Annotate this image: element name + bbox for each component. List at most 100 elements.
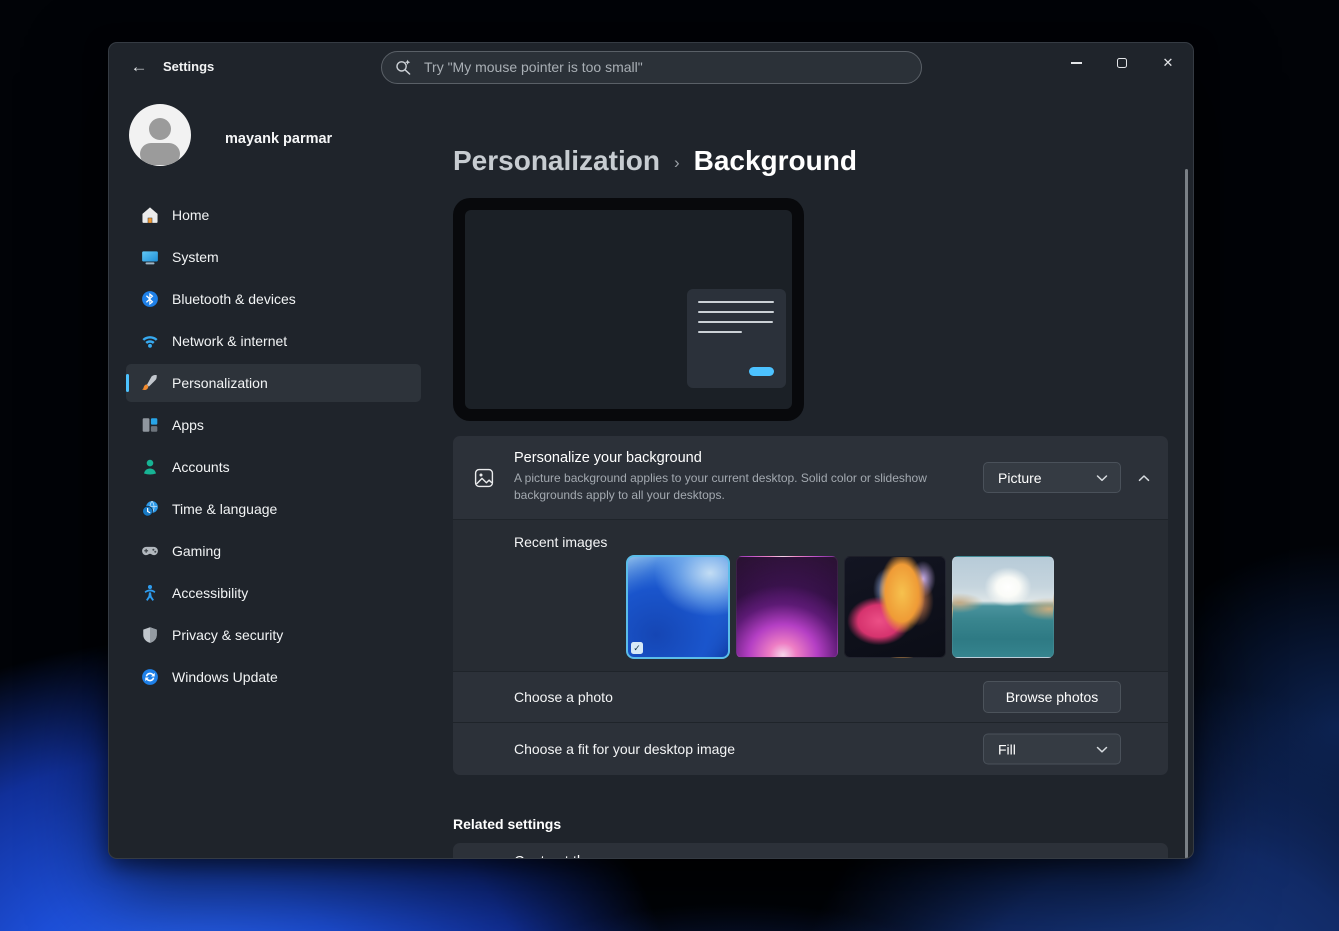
choose-fit-row: Choose a fit for your desktop image Fill xyxy=(453,722,1168,775)
vertical-scrollbar[interactable] xyxy=(1185,169,1188,859)
sidebar-item-label: System xyxy=(172,249,219,265)
sidebar-item-gaming[interactable]: Gaming xyxy=(126,532,421,570)
recent-image-thumbnail-glow[interactable] xyxy=(736,556,838,658)
chevron-up-icon xyxy=(1138,474,1150,482)
main-content: Personalization › Background xyxy=(453,91,1168,859)
sidebar-item-bluetooth-devices[interactable]: Bluetooth & devices xyxy=(126,280,421,318)
apps-icon xyxy=(140,415,160,435)
sidebar-item-time-language[interactable]: Time & language xyxy=(126,490,421,528)
bluetooth-icon xyxy=(140,289,160,309)
choose-photo-label: Choose a photo xyxy=(514,689,613,705)
setting-description: A picture background applies to your cur… xyxy=(514,470,974,503)
breadcrumb: Personalization › Background xyxy=(453,145,857,177)
preview-text-line xyxy=(698,311,774,313)
selected-indicator xyxy=(126,374,129,392)
sidebar-item-network-internet[interactable]: Network & internet xyxy=(126,322,421,360)
back-button[interactable]: ← xyxy=(123,53,155,81)
sidebar-item-accessibility[interactable]: Accessibility xyxy=(126,574,421,612)
sidebar-item-windows-update[interactable]: Windows Update xyxy=(126,658,421,696)
preview-text-line xyxy=(698,331,742,333)
sidebar-item-apps[interactable]: Apps xyxy=(126,406,421,444)
app-title: Settings xyxy=(163,59,214,74)
dropdown-value: Picture xyxy=(998,470,1096,486)
desktop-wallpaper: ← Settings ✕ xyxy=(0,0,1339,931)
sidebar-item-label: Time & language xyxy=(172,501,277,517)
recent-images-section: Recent images ✓ xyxy=(453,520,1168,672)
sidebar-item-home[interactable]: Home xyxy=(126,196,421,234)
gamepad-icon xyxy=(140,541,160,561)
home-icon xyxy=(140,205,160,225)
preview-text-line xyxy=(698,321,773,323)
window-controls: ✕ xyxy=(1053,45,1191,81)
breadcrumb-separator-icon: › xyxy=(674,153,680,173)
sidebar-item-label: Accounts xyxy=(172,459,230,475)
time-language-icon xyxy=(140,499,160,519)
sidebar-item-label: Personalization xyxy=(172,375,268,391)
recent-image-thumbnail-sunrise[interactable] xyxy=(952,556,1054,658)
fit-dropdown[interactable]: Fill xyxy=(983,734,1121,765)
titlebar: ← Settings ✕ xyxy=(109,43,1193,91)
sidebar-nav: Home System Bluetooth & devices xyxy=(126,196,421,700)
minimize-button[interactable] xyxy=(1053,45,1099,81)
user-name: mayank parmar xyxy=(225,131,332,147)
close-icon: ✕ xyxy=(1163,55,1174,71)
search-sparkle-icon xyxy=(394,58,413,77)
recent-images-list: ✓ xyxy=(626,556,1060,659)
choose-photo-row: Choose a photo Browse photos xyxy=(453,672,1168,722)
recent-images-label: Recent images xyxy=(514,534,607,550)
contrast-icon xyxy=(473,858,497,859)
contrast-themes-card[interactable]: Contrast themes Color themes for low vis… xyxy=(453,843,1168,859)
setting-title: Personalize your background xyxy=(514,450,974,466)
sidebar-item-label: Apps xyxy=(172,417,204,433)
background-settings-card: Personalize your background A picture ba… xyxy=(453,436,1168,775)
preview-text-line xyxy=(698,301,774,303)
background-preview-monitor xyxy=(453,198,804,421)
collapse-section-button[interactable] xyxy=(1130,464,1158,492)
dropdown-value: Fill xyxy=(998,741,1096,757)
accounts-icon xyxy=(140,457,160,477)
search-box xyxy=(381,51,922,84)
sidebar-item-label: Bluetooth & devices xyxy=(172,291,296,307)
sidebar-item-system[interactable]: System xyxy=(126,238,421,276)
sidebar-item-personalization[interactable]: Personalization xyxy=(126,364,421,402)
related-settings-heading: Related settings xyxy=(453,816,561,832)
maximize-button[interactable] xyxy=(1099,45,1145,81)
maximize-icon xyxy=(1117,58,1127,68)
sidebar-item-label: Home xyxy=(172,207,209,223)
wifi-icon xyxy=(140,331,160,351)
preview-dialog-card xyxy=(687,289,786,388)
sidebar-item-label: Windows Update xyxy=(172,669,278,685)
windows-update-icon xyxy=(140,667,160,687)
contrast-themes-title: Contrast themes xyxy=(514,854,742,859)
avatar xyxy=(129,104,191,166)
back-arrow-icon: ← xyxy=(131,57,148,77)
minimize-icon xyxy=(1071,62,1082,63)
sidebar-item-label: Gaming xyxy=(172,543,221,559)
preview-screen xyxy=(465,210,792,409)
shield-icon xyxy=(140,625,160,645)
sidebar-item-privacy-security[interactable]: Privacy & security xyxy=(126,616,421,654)
preview-accent-button xyxy=(749,367,774,376)
chevron-down-icon xyxy=(1096,474,1108,482)
picture-icon xyxy=(473,467,495,489)
browse-photos-button[interactable]: Browse photos xyxy=(983,681,1121,713)
settings-window: ← Settings ✕ xyxy=(108,42,1194,859)
breadcrumb-parent[interactable]: Personalization xyxy=(453,145,660,177)
sidebar-item-label: Network & internet xyxy=(172,333,287,349)
recent-image-thumbnail-bloom[interactable]: ✓ xyxy=(626,555,730,659)
personalize-background-row: Personalize your background A picture ba… xyxy=(453,436,1168,520)
system-icon xyxy=(140,247,160,267)
search-input[interactable] xyxy=(381,51,922,84)
close-button[interactable]: ✕ xyxy=(1145,45,1191,81)
recent-image-thumbnail-ribbons[interactable] xyxy=(844,556,946,658)
sidebar-item-label: Accessibility xyxy=(172,585,248,601)
sidebar: mayank parmar Home System xyxy=(109,91,441,859)
sidebar-item-accounts[interactable]: Accounts xyxy=(126,448,421,486)
page-title: Background xyxy=(694,145,857,177)
sidebar-item-label: Privacy & security xyxy=(172,627,283,643)
chevron-down-icon xyxy=(1096,745,1108,753)
personalization-icon xyxy=(140,373,160,393)
accessibility-icon xyxy=(140,583,160,603)
selected-check-icon: ✓ xyxy=(631,642,643,654)
background-type-dropdown[interactable]: Picture xyxy=(983,462,1121,493)
